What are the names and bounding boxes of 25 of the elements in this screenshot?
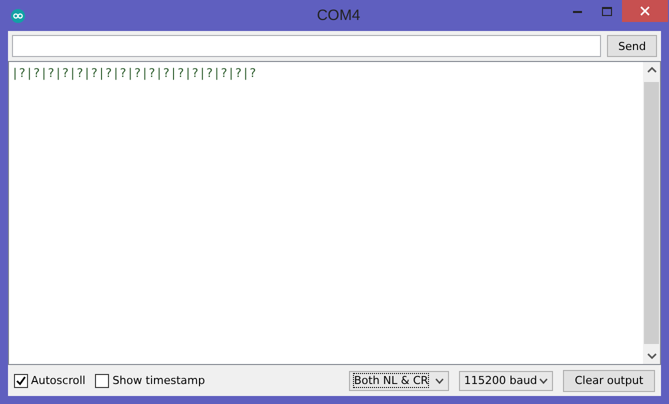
scroll-up-icon[interactable]: [646, 67, 656, 73]
checkbox[interactable]: [14, 374, 28, 388]
close-button[interactable]: [622, 0, 668, 22]
checkbox[interactable]: [95, 374, 110, 388]
message-input-field[interactable]: [12, 35, 602, 57]
checkbox-label: Show timestamp: [112, 374, 205, 387]
close-icon: [640, 6, 650, 16]
dropdown-value: 115200 baud: [464, 374, 538, 387]
checkbox-label: Autoscroll: [31, 374, 86, 387]
scrollbar-thumb[interactable]: [644, 82, 659, 344]
scrollbar[interactable]: [643, 62, 660, 364]
line-ending-dropdown[interactable]: Both NL & CR: [349, 370, 449, 390]
output-text: |?|?|?|?|?|?|?|?|?|?|?|?|?|?|?|?|?: [13, 66, 258, 80]
maximize-icon: [602, 6, 612, 16]
send-button[interactable]: Send: [607, 35, 657, 57]
scroll-down-icon[interactable]: [646, 353, 656, 359]
minimize-icon: [572, 10, 582, 12]
caret-icon: [435, 378, 444, 384]
clear-output-button[interactable]: Clear output: [563, 370, 655, 392]
window-title: COM4: [316, 7, 362, 24]
checkmark-icon: [16, 376, 26, 386]
dropdown-value: Both NL & CR: [354, 374, 428, 387]
caret-icon: [539, 378, 548, 384]
baud-rate-dropdown[interactable]: 115200 baud: [459, 370, 553, 390]
app-logo-icon: [11, 8, 25, 22]
